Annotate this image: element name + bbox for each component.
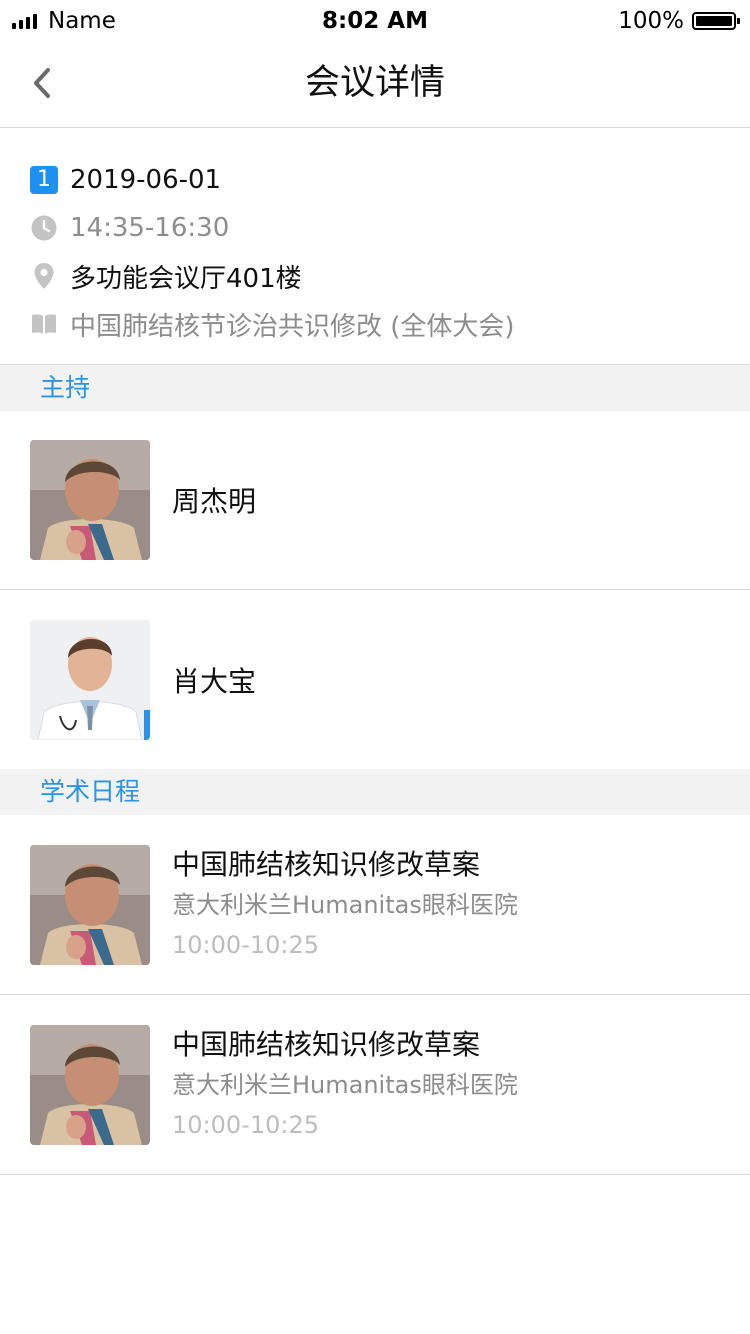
- schedule-time: 10:00-10:25: [172, 930, 319, 959]
- host-item[interactable]: 肖大宝: [0, 590, 750, 769]
- status-bar: Name 8:02 AM 100%: [0, 0, 750, 40]
- avatar: [30, 619, 150, 740]
- calendar-icon: 1: [30, 166, 58, 194]
- schedule-organization: 意大利米兰Humanitas眼科医院: [172, 1070, 518, 1099]
- date-row: 1 2019-06-01: [30, 156, 720, 204]
- schedule-text: 中国肺结核知识修改草案 意大利米兰Humanitas眼科医院 10:00-10:…: [172, 1025, 518, 1145]
- battery-icon: [692, 12, 740, 30]
- avatar: [30, 844, 150, 965]
- meeting-time: 14:35-16:30: [70, 213, 230, 243]
- book-icon: [30, 310, 58, 338]
- hosts-section-title: 主持: [0, 365, 750, 411]
- page-title: 会议详情: [304, 63, 445, 103]
- meeting-date: 2019-06-01: [70, 165, 222, 195]
- schedule-title: 中国肺结核知识修改草案: [172, 1027, 481, 1061]
- battery-percent: 100%: [618, 8, 684, 34]
- host-item[interactable]: 周杰明: [0, 411, 750, 590]
- schedule-time: 10:00-10:25: [172, 1110, 319, 1139]
- status-right: 100%: [618, 4, 740, 38]
- location-row: 多功能会议厅401楼: [30, 252, 720, 300]
- avatar: [30, 1024, 150, 1145]
- schedule-item[interactable]: 中国肺结核知识修改草案 意大利米兰Humanitas眼科医院 10:00-10:…: [0, 995, 750, 1175]
- meeting-info: 1 2019-06-01 14:35-16:30 多功能会议厅401楼 中国肺结…: [0, 128, 750, 365]
- avatar: [30, 440, 150, 560]
- location-pin-icon: [30, 262, 58, 290]
- meeting-location: 多功能会议厅401楼: [70, 263, 302, 294]
- time-row: 14:35-16:30: [30, 204, 720, 252]
- meeting-topic: 中国肺结核节诊治共识修改 (全体大会): [70, 311, 515, 342]
- clock-icon: [30, 214, 58, 242]
- schedule-text: 中国肺结核知识修改草案 意大利米兰Humanitas眼科医院 10:00-10:…: [172, 845, 518, 965]
- topic-row: 中国肺结核节诊治共识修改 (全体大会): [30, 300, 720, 348]
- nav-bar: 会议详情: [0, 40, 750, 128]
- host-name: 周杰明: [172, 485, 257, 518]
- schedule-title: 中国肺结核知识修改草案: [172, 847, 481, 881]
- schedule-section-title: 学术日程: [0, 769, 750, 815]
- day-badge: 1: [30, 166, 58, 194]
- host-name: 肖大宝: [172, 664, 257, 698]
- schedule-organization: 意大利米兰Humanitas眼科医院: [172, 890, 518, 919]
- schedule-item[interactable]: 中国肺结核知识修改草案 意大利米兰Humanitas眼科医院 10:00-10:…: [0, 815, 750, 995]
